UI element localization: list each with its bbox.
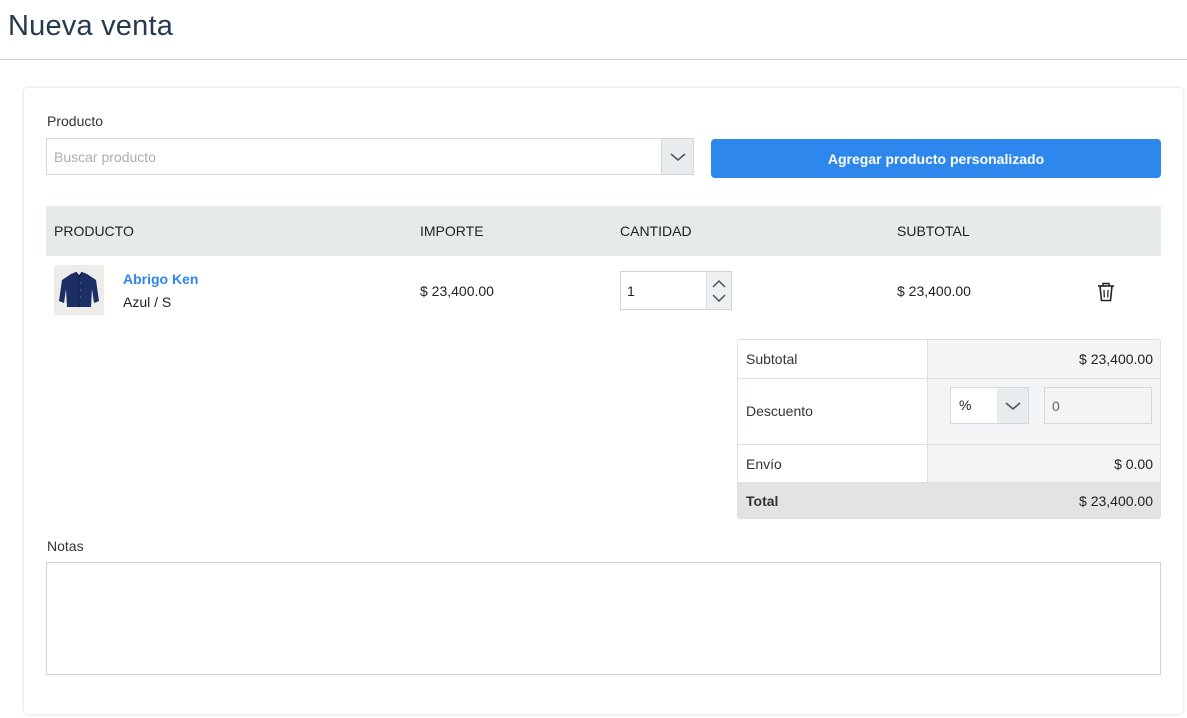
col-header-price: IMPORTE	[420, 223, 484, 239]
chevron-down-icon[interactable]	[712, 294, 726, 302]
quantity-input[interactable]	[621, 272, 705, 309]
product-search-input[interactable]	[47, 139, 665, 174]
subtotal-row: Subtotal $ 23,400.00	[738, 340, 1160, 379]
quantity-spinner[interactable]	[706, 272, 731, 309]
jacket-image	[59, 271, 99, 307]
shipping-label: Envío	[746, 456, 782, 472]
sale-form-card: Producto Agregar producto personalizado …	[24, 88, 1183, 714]
col-header-subtotal: SUBTOTAL	[897, 223, 970, 239]
product-price: $ 23,400.00	[420, 283, 494, 299]
notes-label: Notas	[47, 538, 84, 554]
discount-type-select[interactable]: %	[950, 387, 1029, 424]
product-variant: Azul / S	[123, 294, 172, 310]
trash-icon[interactable]	[1097, 282, 1115, 302]
col-header-quantity: CANTIDAD	[620, 223, 692, 239]
header-divider	[0, 59, 1187, 60]
subtotal-label: Subtotal	[746, 351, 798, 367]
product-label: Producto	[47, 113, 104, 129]
products-table-header: PRODUCTO IMPORTE CANTIDAD SUBTOTAL	[46, 206, 1161, 256]
page-title: Nueva venta	[8, 10, 174, 42]
col-header-product: PRODUCTO	[54, 223, 134, 239]
discount-type-dropdown-toggle[interactable]	[997, 388, 1028, 423]
add-custom-product-button[interactable]: Agregar producto personalizado	[711, 139, 1161, 178]
discount-value-input[interactable]	[1044, 387, 1152, 424]
chevron-down-icon	[1005, 402, 1021, 411]
total-label: Total	[746, 493, 779, 509]
shipping-row: Envío $ 0.00	[738, 445, 1160, 483]
total-value: $ 23,400.00	[1079, 493, 1153, 509]
chevron-down-icon	[670, 153, 686, 162]
discount-row: Descuento %	[738, 379, 1160, 445]
discount-label: Descuento	[746, 403, 813, 419]
totals-panel: Subtotal $ 23,400.00 Descuento % Envío $…	[737, 339, 1161, 519]
shipping-value: $ 0.00	[1114, 456, 1153, 472]
total-row: Total $ 23,400.00	[738, 483, 1160, 518]
subtotal-value: $ 23,400.00	[1079, 351, 1153, 367]
product-search-dropdown-toggle[interactable]	[661, 139, 693, 174]
quantity-stepper[interactable]	[620, 271, 732, 310]
product-subtotal: $ 23,400.00	[897, 283, 971, 299]
product-name-link[interactable]: Abrigo Ken	[123, 271, 198, 287]
notes-textarea[interactable]	[46, 562, 1161, 675]
product-search-select[interactable]	[46, 138, 694, 175]
chevron-up-icon[interactable]	[712, 280, 726, 288]
product-thumbnail	[54, 265, 104, 315]
